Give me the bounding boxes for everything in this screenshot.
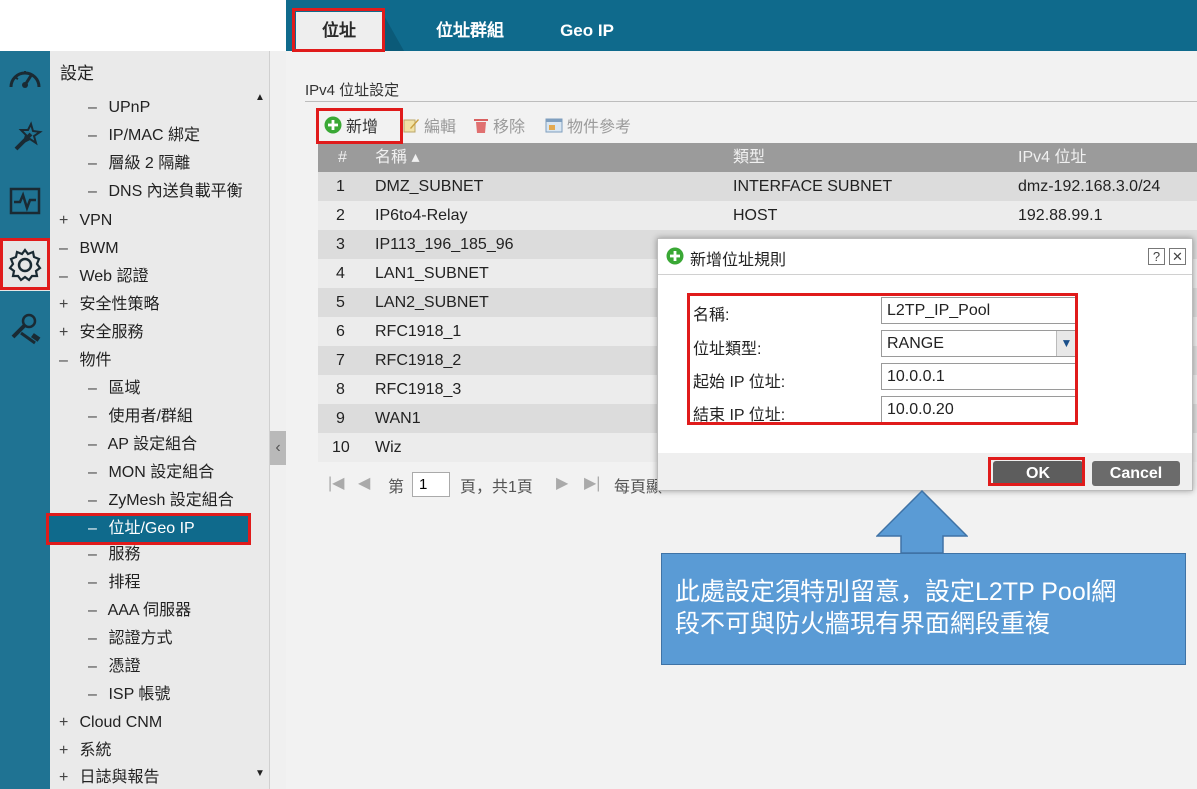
address-type-select[interactable]: RANGE ▼ <box>881 330 1077 357</box>
tab-address[interactable]: 位址 <box>296 12 382 51</box>
callout-line-1: 此處設定須特別留意，設定L2TP Pool網 <box>675 578 1117 606</box>
monitor-icon[interactable] <box>0 175 50 227</box>
start-ip-field[interactable]: 10.0.0.1 <box>881 363 1077 390</box>
reference-icon <box>545 116 563 141</box>
header-name[interactable]: 名稱 ▴ <box>375 143 419 172</box>
nav-item-isp-account[interactable]: – ISP 帳號 <box>88 682 170 708</box>
name-field[interactable]: L2TP_IP_Pool <box>881 297 1077 324</box>
nav-item-cloud-cnm[interactable]: + Cloud CNM <box>59 710 162 736</box>
table-row[interactable]: 1 DMZ_SUBNET INTERFACE SUBNET dmz-192.168.3… <box>318 172 1197 201</box>
panel-splitter[interactable]: ‹ <box>269 51 286 789</box>
next-page-icon[interactable]: ▶ <box>556 473 568 493</box>
callout-note: 此處設定須特別留意，設定L2TP Pool網 段不可與防火牆現有界面網段重複 <box>661 553 1186 665</box>
gear-icon[interactable] <box>0 239 50 291</box>
header-type[interactable]: 類型 <box>733 143 765 172</box>
name-label: 名稱: <box>693 307 730 324</box>
add-button[interactable]: 新增 <box>324 116 378 138</box>
nav-item-ap-profile[interactable]: – AP 設定組合 <box>88 432 197 458</box>
nav-item-certificate[interactable]: – 憑證 <box>88 654 140 680</box>
add-address-rule-dialog: 新增位址規則 ? ✕ 名稱: L2TP_IP_Pool 位址類型: RANGE … <box>657 238 1193 491</box>
ok-button[interactable]: OK <box>993 461 1083 486</box>
section-divider <box>305 101 1197 102</box>
nav-item-dns-inbound-lb[interactable]: – DNS 內送負載平衡 <box>88 179 243 205</box>
wizard-icon[interactable] <box>0 111 50 163</box>
nav-item-objects[interactable]: – 物件 <box>59 348 111 374</box>
nav-item-security-service[interactable]: + 安全服務 <box>59 320 143 346</box>
end-ip-field[interactable]: 10.0.0.20 <box>881 396 1077 423</box>
nav-item-vpn[interactable]: + VPN <box>59 208 112 234</box>
help-icon[interactable]: ? <box>1148 248 1165 265</box>
trash-icon <box>473 116 489 141</box>
nav-item-zymesh-profile[interactable]: – ZyMesh 設定組合 <box>88 488 234 514</box>
close-icon[interactable]: ✕ <box>1169 248 1186 265</box>
tab-slant <box>382 12 404 51</box>
table-row[interactable]: 2 IP6to4-Relay HOST 192.88.99.1 <box>318 201 1197 230</box>
nav-item-layer2-isolation[interactable]: – 層級 2 隔離 <box>88 151 190 177</box>
header-ipv4[interactable]: IPv4 位址 <box>1018 143 1086 172</box>
icon-rail <box>0 51 50 789</box>
edit-icon <box>402 116 420 141</box>
nav-item-aaa-server[interactable]: – AAA 伺服器 <box>88 598 191 624</box>
nav-title: 設定 <box>60 64 94 83</box>
nav-item-mon-profile[interactable]: – MON 設定組合 <box>88 460 214 486</box>
nav-item-upnp[interactable]: – UPnP <box>88 95 150 121</box>
nav-item-address-geoip[interactable]: – 位址/Geo IP <box>48 516 250 542</box>
chevron-down-icon[interactable]: ▼ <box>1056 331 1076 356</box>
nav-item-system[interactable]: + 系統 <box>59 738 111 764</box>
object-reference-button[interactable]: 物件參考 <box>545 116 631 138</box>
remove-button[interactable]: 移除 <box>473 116 525 138</box>
tab-address-group[interactable]: 位址群組 <box>410 12 530 50</box>
collapse-arrow-icon[interactable]: ‹ <box>270 431 286 465</box>
nav-item-auth-method[interactable]: – 認證方式 <box>88 626 172 652</box>
address-type-value: RANGE <box>887 335 944 352</box>
dashboard-icon[interactable] <box>0 53 50 105</box>
scroll-up-arrow-icon[interactable]: ▲ <box>255 92 265 103</box>
scroll-down-arrow-icon[interactable]: ▼ <box>255 768 265 779</box>
pager-prefix: 第 <box>388 479 405 496</box>
nav-item-bwm[interactable]: – BWM <box>59 236 119 262</box>
page-number-input[interactable] <box>412 472 450 497</box>
first-page-icon[interactable]: |◀ <box>328 473 344 493</box>
per-page-label: 每頁顯 <box>614 479 663 496</box>
dialog-divider <box>658 274 1192 275</box>
nav-item-security-policy[interactable]: + 安全性策略 <box>59 292 159 318</box>
nav-item-log-report[interactable]: + 日誌與報告 <box>59 765 159 789</box>
table-header: # 名稱 ▴ 類型 IPv4 位址 <box>318 143 1197 172</box>
pager-suffix: 頁，共1頁 <box>460 479 533 496</box>
dialog-title: 新增位址規則 <box>690 252 787 269</box>
edit-button[interactable]: 編輯 <box>402 116 456 138</box>
add-icon <box>666 247 684 270</box>
header-left-blank <box>0 0 286 51</box>
last-page-icon[interactable]: ▶| <box>584 473 600 493</box>
start-ip-label: 起始 IP 位址: <box>693 374 786 391</box>
maintenance-icon[interactable] <box>0 303 50 355</box>
prev-page-icon[interactable]: ◀ <box>358 473 370 493</box>
callout-line-2: 段不可與防火牆現有界面網段重複 <box>675 610 1051 638</box>
nav-item-ip-mac-binding[interactable]: – IP/MAC 綁定 <box>88 123 200 149</box>
nav-scrollbar-thumb[interactable] <box>252 85 268 789</box>
add-icon <box>324 116 342 141</box>
nav-item-web-auth[interactable]: – Web 認證 <box>59 264 149 290</box>
callout-arrow-icon <box>876 490 968 554</box>
cancel-button[interactable]: Cancel <box>1092 461 1180 486</box>
nav-item-zone[interactable]: – 區域 <box>88 376 140 402</box>
nav-item-user-group[interactable]: – 使用者/群組 <box>88 404 193 430</box>
section-title: IPv4 位址設定 <box>305 82 400 99</box>
address-type-label: 位址類型: <box>693 341 762 358</box>
tab-geo-ip[interactable]: Geo IP <box>540 12 634 50</box>
end-ip-label: 結束 IP 位址: <box>693 407 786 424</box>
nav-item-service[interactable]: – 服務 <box>88 542 140 568</box>
header-num: # <box>338 149 347 166</box>
nav-item-schedule[interactable]: – 排程 <box>88 570 140 596</box>
